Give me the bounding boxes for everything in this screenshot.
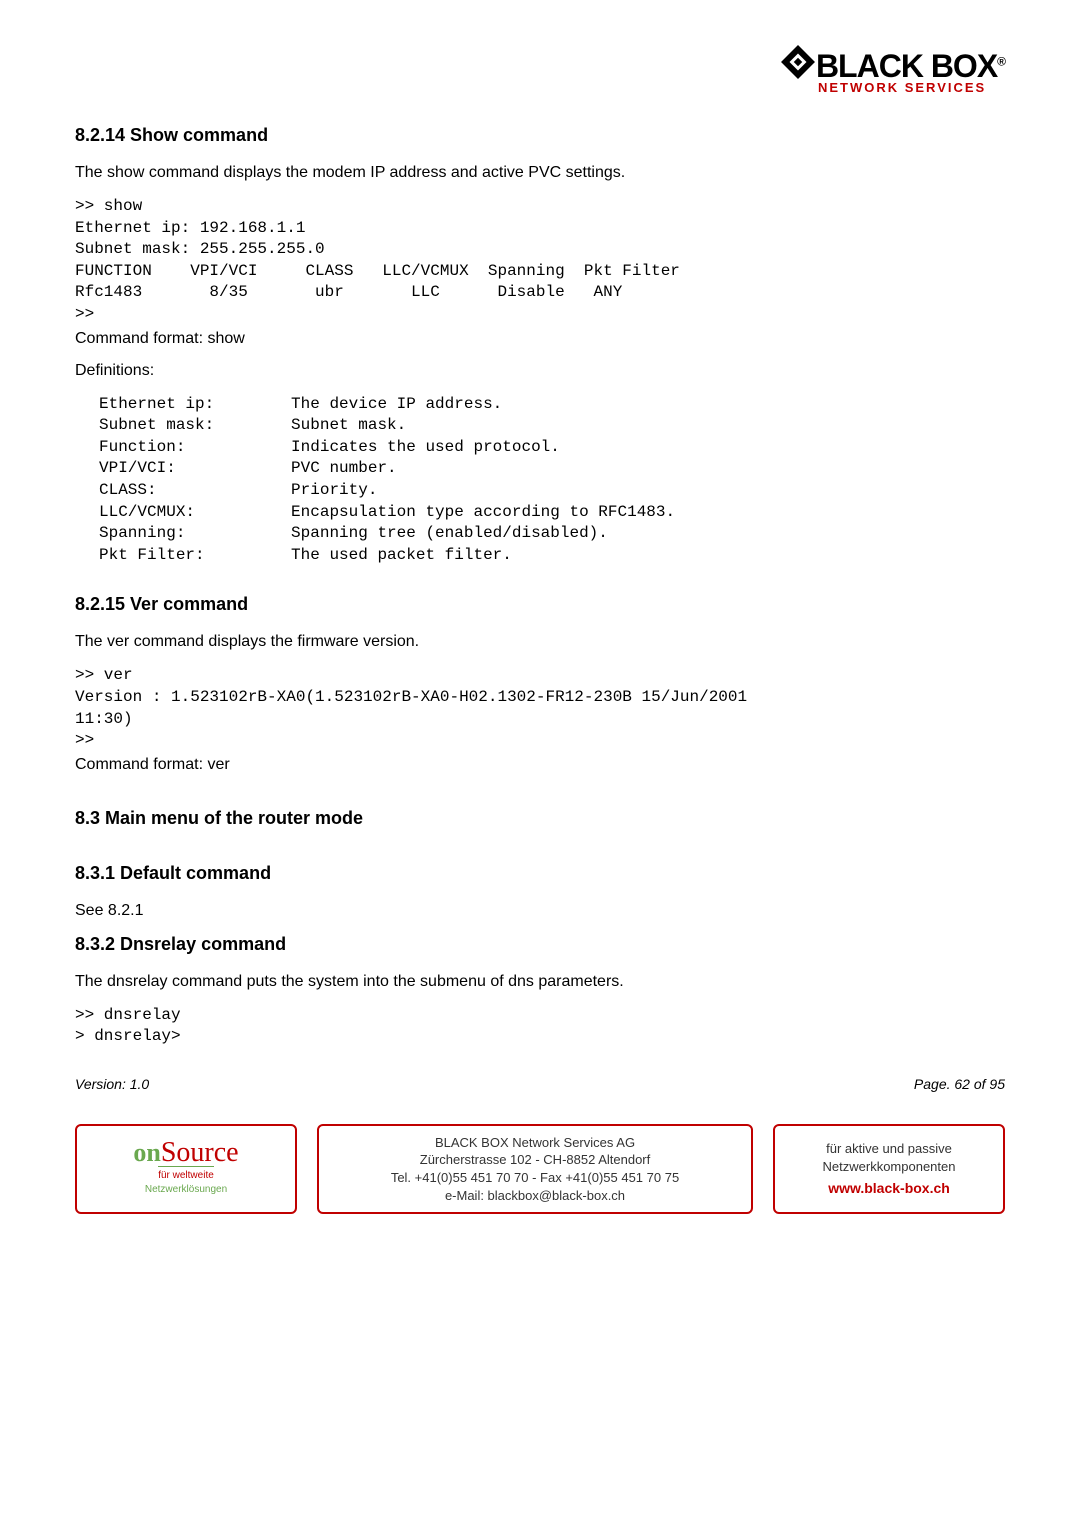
heading-ver-command: 8.2.15 Ver command [75, 594, 1005, 615]
version-label: Version: 1.0 [75, 1076, 149, 1092]
ver-cmd-format: Command format: ver [75, 756, 1005, 774]
footer-phone: Tel. +41(0)55 451 70 70 - Fax +41(0)55 4… [391, 1169, 679, 1187]
heading-default-command: 8.3.1 Default command [75, 863, 1005, 884]
definition-row: LLC/VCMUX: Encapsulation type according … [75, 502, 1005, 524]
definition-row: Subnet mask: Subnet mask. [75, 415, 1005, 437]
logo-registered: ® [997, 54, 1005, 68]
page-footer-meta: Version: 1.0 Page. 62 of 95 [75, 1076, 1005, 1092]
onsource-tag1: für weltweite [158, 1166, 214, 1183]
footer-email: e-Mail: blackbox@black-box.ch [445, 1187, 625, 1205]
definition-row: Ethernet ip: The device IP address. [75, 394, 1005, 416]
brand-logo: BLACK BOX® NETWORK SERVICES [75, 50, 1005, 97]
heading-dnsrelay-command: 8.3.2 Dnsrelay command [75, 934, 1005, 955]
show-intro: The show command displays the modem IP a… [75, 164, 1005, 182]
footer-right-box: für aktive und passive Netzwerkkomponent… [773, 1124, 1005, 1214]
onsource-logo: onSource [133, 1142, 238, 1164]
ver-intro: The ver command displays the firmware ve… [75, 633, 1005, 651]
definition-row: Function: Indicates the used protocol. [75, 437, 1005, 459]
onsource-rest: Source [161, 1137, 239, 1168]
ver-code-block: >> ver Version : 1.523102rB-XA0(1.523102… [75, 665, 1005, 751]
definition-row: Spanning: Spanning tree (enabled/disable… [75, 523, 1005, 545]
onsource-on: on [133, 1138, 160, 1167]
logo-subtext: NETWORK SERVICES [786, 80, 1005, 95]
dnsrelay-code-block: >> dnsrelay > dnsrelay> [75, 1005, 1005, 1048]
footer-company: BLACK BOX Network Services AG [435, 1134, 635, 1152]
page-number: Page. 62 of 95 [914, 1076, 1005, 1092]
definitions-list: Ethernet ip: The device IP address.Subne… [75, 394, 1005, 567]
default-body: See 8.2.1 [75, 902, 1005, 920]
logo-text: BLACK BOX [816, 48, 997, 84]
show-code-block: >> show Ethernet ip: 192.168.1.1 Subnet … [75, 196, 1005, 326]
dnsrelay-intro: The dnsrelay command puts the system int… [75, 973, 1005, 991]
diamond-icon [781, 45, 815, 79]
footer-url: www.black-box.ch [828, 1179, 950, 1198]
footer-mid-box: BLACK BOX Network Services AG Zürcherstr… [317, 1124, 753, 1214]
definition-row: CLASS: Priority. [75, 480, 1005, 502]
footer-address: Zürcherstrasse 102 - CH-8852 Altendorf [420, 1151, 651, 1169]
heading-main-menu-router: 8.3 Main menu of the router mode [75, 808, 1005, 829]
definitions-label: Definitions: [75, 362, 1005, 380]
heading-show-command: 8.2.14 Show command [75, 125, 1005, 146]
footer-right-l2: Netzwerkkomponenten [823, 1158, 956, 1176]
show-cmd-format: Command format: show [75, 330, 1005, 348]
onsource-tag2: Netzwerklösungen [145, 1183, 227, 1197]
footer-left-box: onSource für weltweite Netzwerklösungen [75, 1124, 297, 1214]
definition-row: Pkt Filter: The used packet filter. [75, 545, 1005, 567]
footer-right-l1: für aktive und passive [826, 1140, 952, 1158]
definition-row: VPI/VCI: PVC number. [75, 458, 1005, 480]
